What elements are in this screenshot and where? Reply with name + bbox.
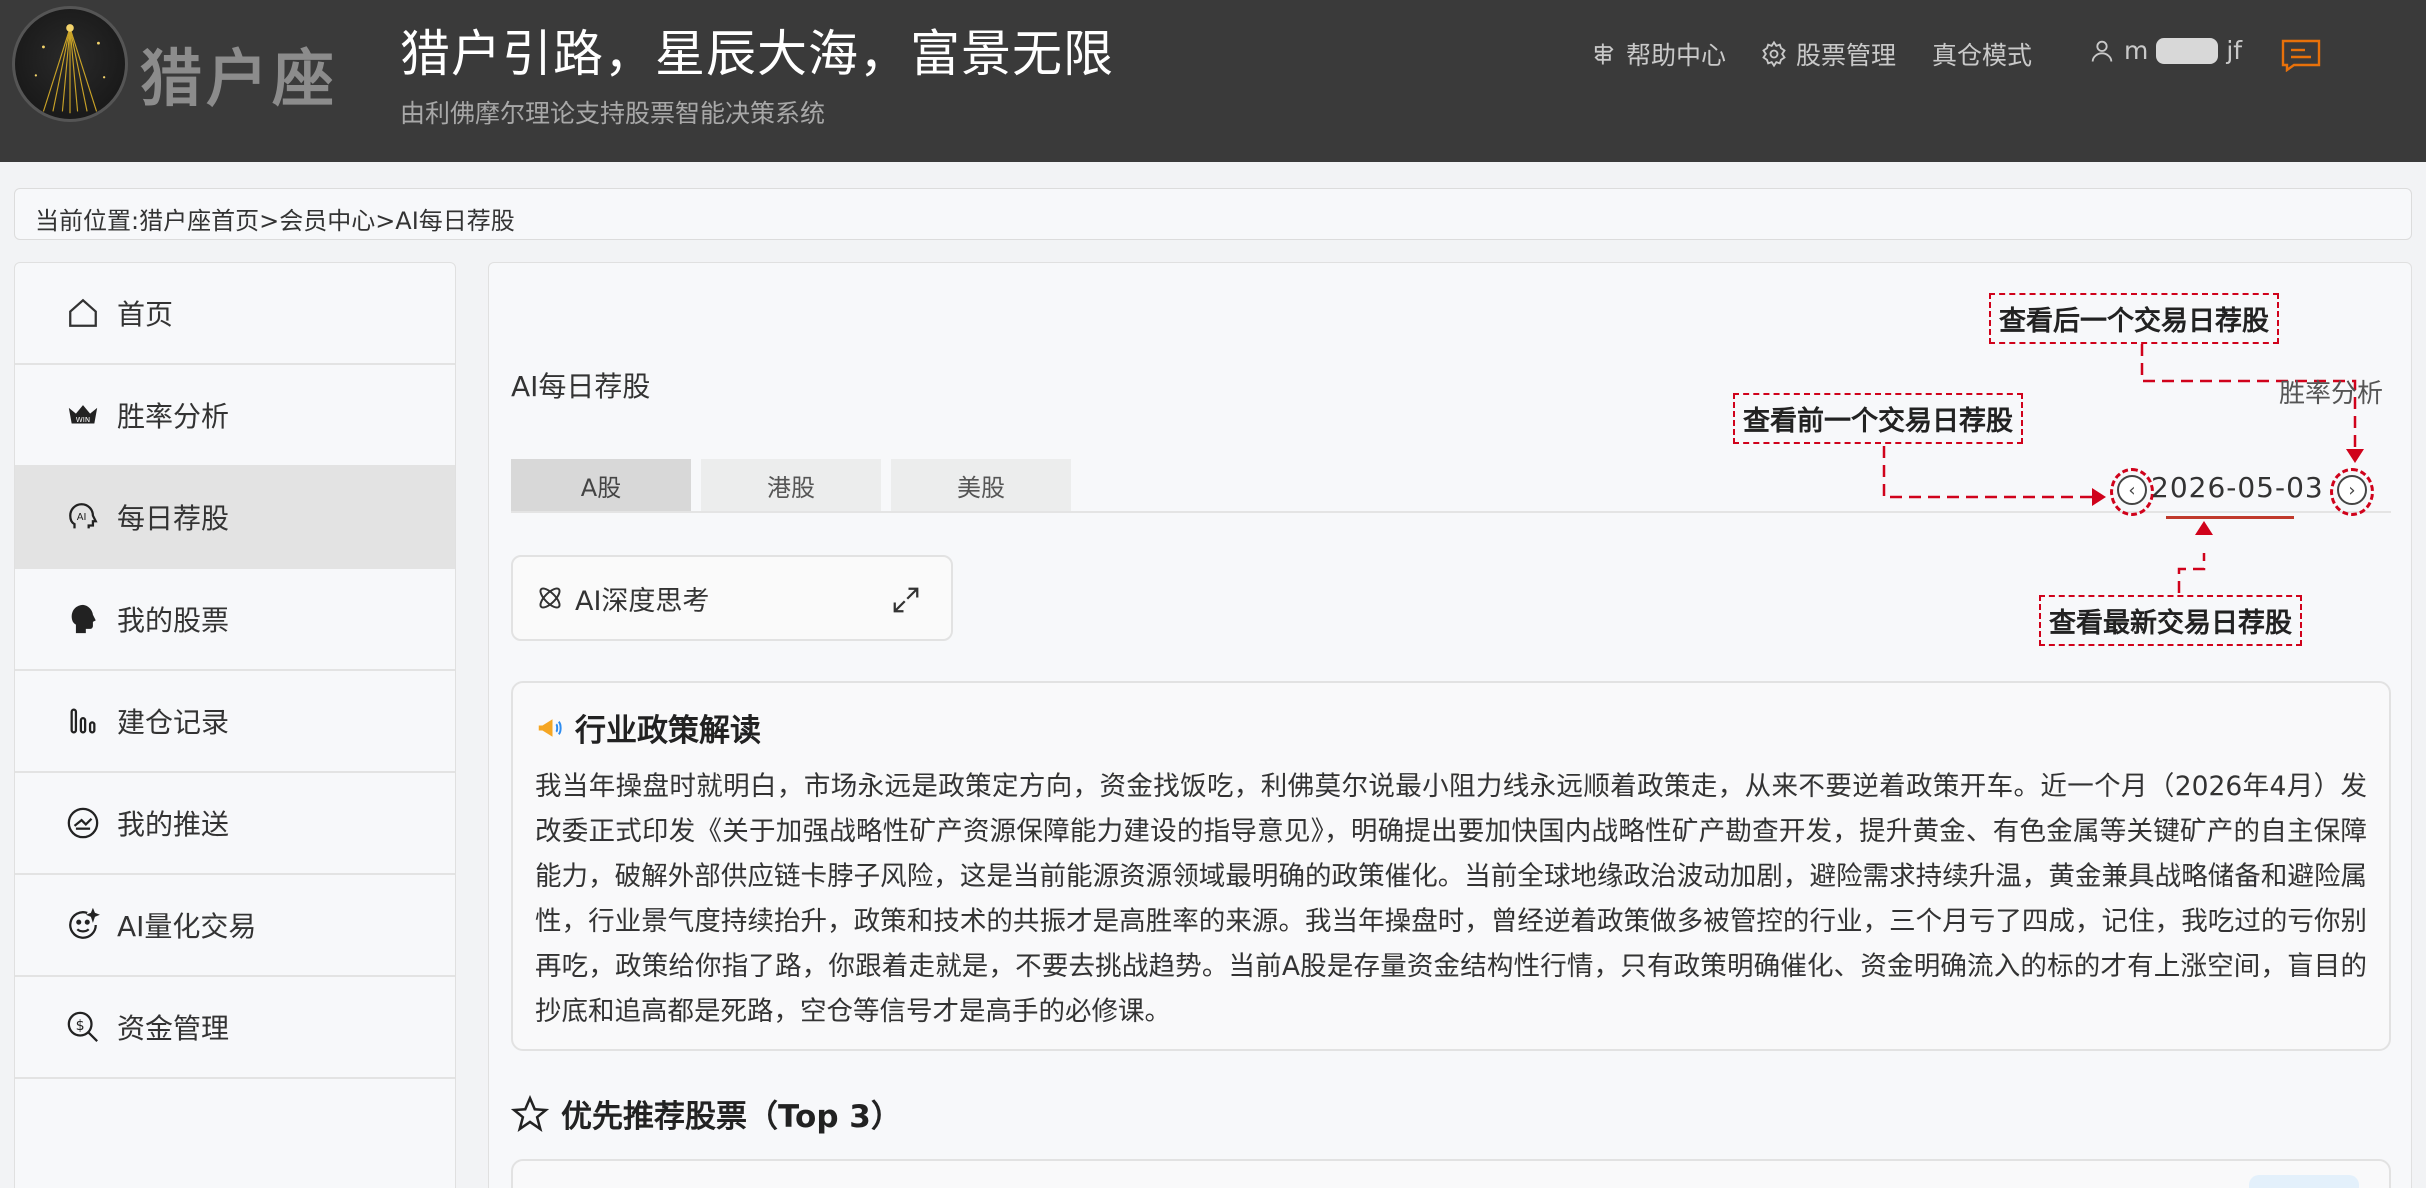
subslogan: 由利佛摩尔理论支持股票智能决策系统 — [400, 99, 826, 128]
ai-head-icon: AI — [65, 499, 101, 535]
tab-a-shares[interactable]: A股 — [511, 459, 691, 511]
money-search-icon: $ — [65, 1009, 101, 1045]
stock-badge — [2249, 1175, 2359, 1188]
sidebar-item-my-push[interactable]: 我的推送 — [15, 773, 455, 875]
stock-card — [511, 1159, 2391, 1188]
signpost-icon — [1594, 43, 1614, 65]
user-name-suffix: jf — [2226, 36, 2243, 65]
top-picks-title: 优先推荐股票（Top 3） — [511, 1091, 902, 1136]
prev-day-button[interactable]: ‹ — [2117, 475, 2147, 505]
sidebar-item-label: AI量化交易 — [117, 910, 257, 943]
top-picks-title-text: 优先推荐股票（Top 3） — [561, 1099, 902, 1135]
sidebar-item-daily-picks[interactable]: AI 每日荐股 — [15, 467, 455, 569]
user-name-mask — [2156, 37, 2219, 64]
gear-icon — [1762, 40, 1786, 68]
svg-text:AI: AI — [77, 512, 87, 523]
sidebar-item-home[interactable]: 首页 — [15, 263, 455, 365]
annotation-next-day: 查看后一个交易日荐股 — [1989, 293, 2279, 344]
user-name-prefix: m — [2124, 36, 2149, 65]
nav-user[interactable]: m jf — [2088, 36, 2242, 65]
sidebar-item-label: 建仓记录 — [117, 706, 230, 739]
user-icon — [2091, 40, 2113, 62]
breadcrumb: 当前位置:猎户座首页>会员中心>AI每日荐股 — [14, 188, 2412, 240]
main-panel: AI每日荐股 A股 港股 美股 查看后一个交易日荐股 胜率分析 查看前一个交易日… — [488, 262, 2412, 1188]
slogan: 猎户引路，星辰大海，富景无限 — [400, 25, 1114, 83]
current-date[interactable]: 2026-05-03 — [2151, 471, 2324, 504]
logo-text[interactable]: 猎户座 — [140, 28, 338, 118]
nav-help-center[interactable]: 帮助中心 — [1590, 36, 1726, 72]
policy-title: 行业政策解读 — [535, 705, 2367, 750]
sidebar-item-label: 我的股票 — [117, 604, 230, 637]
sidebar-item-label: 资金管理 — [117, 1012, 230, 1045]
next-day-button[interactable]: › — [2337, 475, 2367, 505]
nav-stock-manage[interactable]: 股票管理 — [1760, 36, 1896, 72]
chevron-right-icon: › — [2348, 479, 2356, 501]
crown-win-icon: WIN — [65, 397, 101, 433]
bar-chart-icon — [65, 703, 101, 739]
ai-deep-think-label: AI深度思考 — [575, 585, 710, 617]
sidebar-item-label: 我的推送 — [117, 808, 230, 841]
nav-help-label: 帮助中心 — [1626, 41, 1727, 70]
home-icon — [65, 295, 101, 331]
nav-real-label: 真仓模式 — [1932, 41, 2033, 70]
policy-title-text: 行业政策解读 — [575, 713, 761, 749]
sidebar-item-my-stocks[interactable]: 我的股票 — [15, 569, 455, 671]
sidebar-item-fund-manage[interactable]: $ 资金管理 — [15, 977, 455, 1079]
ai-deep-think-box[interactable]: AI深度思考 — [511, 555, 953, 641]
expand-icon[interactable] — [891, 585, 921, 615]
nav-real-mode[interactable]: 真仓模式 — [1932, 36, 2032, 72]
tab-divider — [511, 511, 2391, 513]
megaphone-icon — [538, 718, 562, 737]
sidebar-item-ai-quant[interactable]: AI量化交易 — [15, 875, 455, 977]
sidebar-item-label: 每日荐股 — [117, 502, 230, 535]
star-icon — [511, 1094, 549, 1132]
sidebar-item-label: 胜率分析 — [117, 400, 230, 433]
tab-hk-shares[interactable]: 港股 — [701, 459, 881, 511]
top-header: 猎户座 猎户引路，星辰大海，富景无限 由利佛摩尔理论支持股票智能决策系统 帮助中… — [0, 0, 2426, 162]
head-profile-icon — [65, 601, 101, 637]
annotation-latest-day: 查看最新交易日荐股 — [2039, 595, 2302, 646]
nav-stock-label: 股票管理 — [1796, 41, 1897, 70]
push-icon — [65, 805, 101, 841]
sidebar-item-win-rate[interactable]: WIN 胜率分析 — [15, 365, 455, 467]
win-rate-link[interactable]: 胜率分析 — [2279, 373, 2383, 410]
chevron-left-icon: ‹ — [2128, 479, 2136, 501]
svg-text:$: $ — [76, 1018, 85, 1034]
page-title: AI每日荐股 — [511, 370, 651, 403]
svg-text:WIN: WIN — [76, 415, 90, 424]
date-underline — [2166, 516, 2294, 519]
policy-body: 我当年操盘时就明白，市场永远是政策定方向，资金找饭吃，利佛莫尔说最小阻力线永远顺… — [535, 771, 2367, 1027]
market-tabs: A股 港股 美股 — [511, 459, 1071, 511]
sidebar-item-label: 首页 — [117, 298, 174, 331]
logo-icon[interactable] — [12, 6, 128, 122]
message-icon[interactable] — [2280, 38, 2322, 72]
atom-icon — [539, 587, 561, 609]
smile-ai-icon — [65, 907, 101, 943]
sidebar-item-position-records[interactable]: 建仓记录 — [15, 671, 455, 773]
policy-card: 行业政策解读 我当年操盘时就明白，市场永远是政策定方向，资金找饭吃，利佛莫尔说最… — [511, 681, 2391, 1051]
annotation-prev-day: 查看前一个交易日荐股 — [1733, 393, 2023, 444]
sidebar: 首页 WIN 胜率分析 AI 每日荐股 我的股票 建仓记录 我的推送 AI量化交… — [14, 262, 456, 1188]
tab-us-shares[interactable]: 美股 — [891, 459, 1071, 511]
